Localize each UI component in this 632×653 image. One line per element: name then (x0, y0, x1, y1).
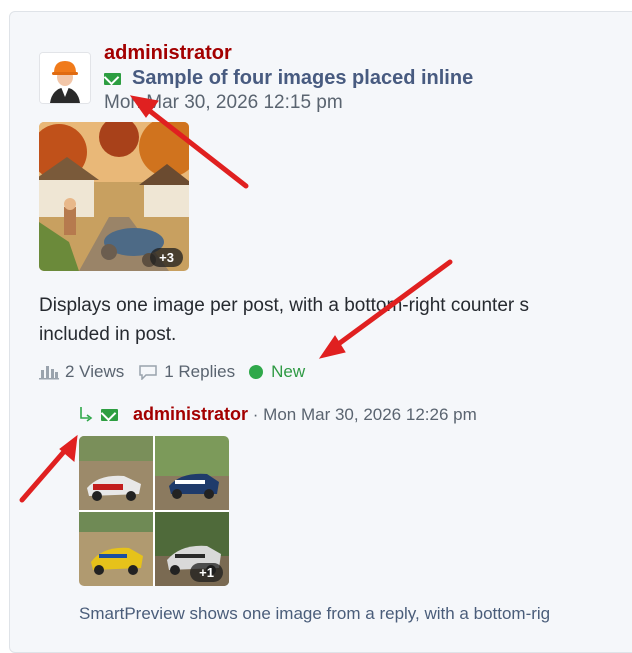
reply-image-count-badge: +1 (190, 563, 223, 582)
replies-stat: 1 Replies (138, 362, 235, 382)
bar-chart-icon (39, 366, 59, 380)
post-title[interactable]: Sample of four images placed inline (132, 67, 473, 90)
post-excerpt: Displays one image per post, with a bott… (39, 295, 530, 345)
avatar[interactable] (39, 52, 91, 104)
views-stat: 2 Views (39, 362, 124, 382)
reply-arrow-icon (80, 407, 93, 422)
reply-author[interactable]: administrator (133, 404, 248, 424)
envelope-icon[interactable] (104, 73, 121, 85)
image-count-badge: +3 (150, 248, 183, 267)
post-image-preview[interactable]: +3 (39, 122, 189, 271)
reply-excerpt: SmartPreview shows one image from a repl… (79, 604, 551, 623)
replies-count: 1 Replies (164, 362, 236, 381)
reply-image-preview[interactable]: +1 (79, 436, 229, 586)
views-count: 2 Views (65, 362, 125, 381)
reply-date: Mon Mar 30, 2026 12:26 pm (263, 405, 477, 424)
reply-envelope-icon[interactable] (101, 409, 118, 421)
reply-separator: · (252, 405, 259, 424)
speech-bubble-icon (139, 365, 157, 380)
new-indicator[interactable]: New (249, 362, 305, 382)
post-author[interactable]: administrator (104, 42, 232, 65)
new-label: New (271, 362, 306, 381)
reply-meta: administrator · Mon Mar 30, 2026 12:26 p… (133, 404, 477, 425)
new-dot-icon (249, 365, 264, 379)
post-stats: 2 Views 1 Replies New (39, 362, 319, 382)
post-date: Mon Mar 30, 2026 12:15 pm (104, 92, 343, 113)
